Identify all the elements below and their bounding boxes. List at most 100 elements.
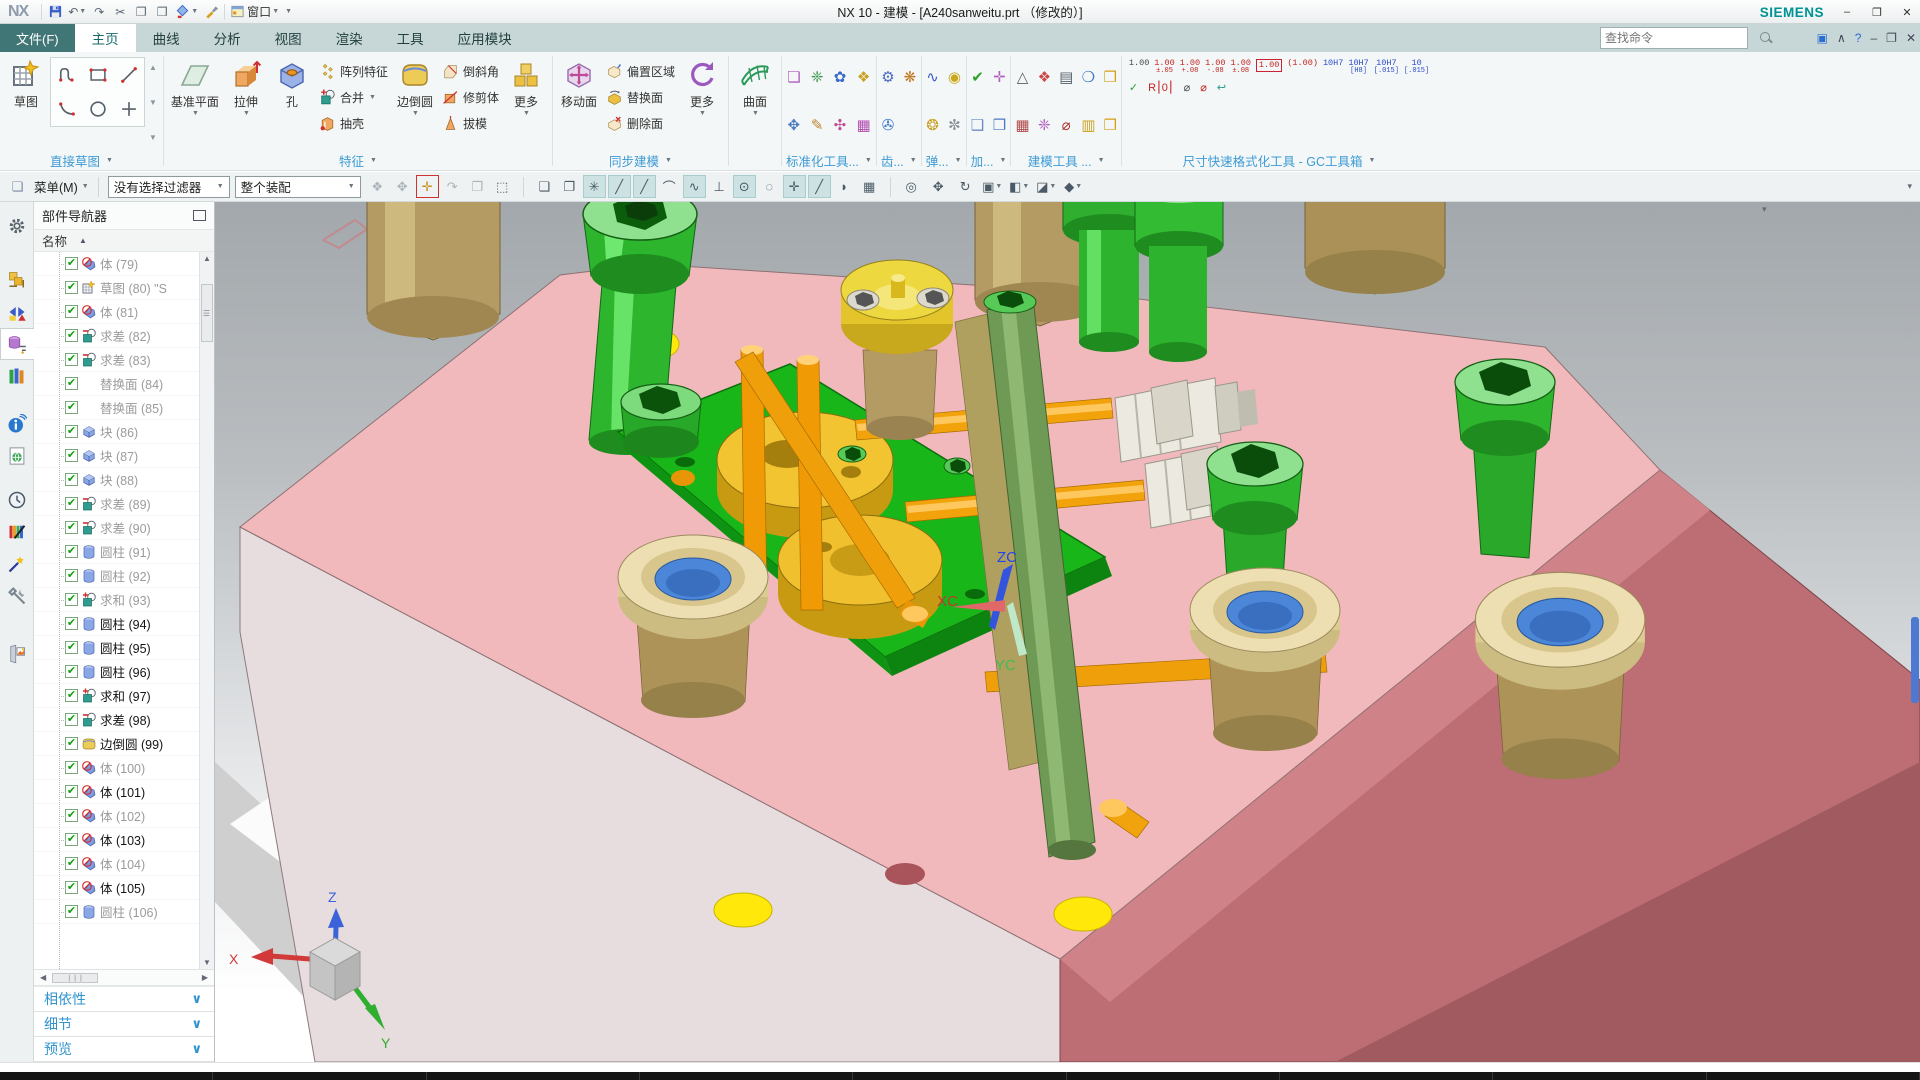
app-restore-button[interactable]: ❐ [1870, 6, 1884, 19]
ribbon-overflow-caret[interactable]: ▾ [1762, 204, 1767, 215]
circle-tool[interactable] [82, 92, 113, 126]
history-icon[interactable] [2, 484, 32, 516]
tree-row[interactable]: ✔体 (102) [34, 804, 199, 828]
checkbox-icon[interactable]: ✔ [65, 641, 78, 654]
tree-row[interactable]: ✔圆柱 (91) [34, 540, 199, 564]
tree-row[interactable]: ✔边倒圆 (99) [34, 732, 199, 756]
sync-more-button[interactable]: 更多▼ [679, 55, 725, 150]
app-minimize-button[interactable]: – [1840, 6, 1854, 18]
tree-row[interactable]: ✔体 (100) [34, 756, 199, 780]
snap-toggle-icon[interactable]: ✛ [416, 175, 439, 198]
part-navigator-icon[interactable] [0, 328, 34, 360]
scroll-thumb[interactable]: ❘❘❘ [52, 973, 98, 983]
checkbox-icon[interactable]: ✔ [65, 905, 78, 918]
tolerance-style-3[interactable]: 1.00-.08 [1205, 59, 1225, 75]
column-header[interactable]: 名称▲ [34, 229, 214, 252]
tab-file[interactable]: 文件(F) [0, 24, 75, 52]
snap-curve[interactable]: ⌒ [658, 175, 681, 198]
spring-group-icon-1[interactable]: ❂ [926, 118, 939, 133]
checkbox-icon[interactable]: ✔ [65, 425, 78, 438]
rotate-view-icon[interactable]: ↻ [954, 175, 977, 198]
tree-row[interactable]: ✔求和 (93) [34, 588, 199, 612]
edge-blend-button[interactable]: 边倒圆▼ [392, 55, 438, 150]
unite-button[interactable]: 合并▼ [315, 84, 392, 110]
scroll-down-icon[interactable]: ▼ [200, 958, 214, 967]
tree-row[interactable]: ✔草图 (80) "S [34, 276, 199, 300]
tolerance-style-9[interactable]: 10H7[.015] [1374, 59, 1399, 75]
scroll-thumb[interactable]: ☰ [201, 284, 213, 342]
render-style-icon[interactable]: ◧▼ [1008, 175, 1031, 198]
dialog-launcher[interactable]: ▼ [1369, 157, 1376, 164]
standard-tools-group-icon-0[interactable]: ❏ [787, 70, 800, 85]
standard-tools-group-icon-4[interactable]: ✿ [834, 70, 847, 85]
snap-center[interactable]: ⊙ [733, 175, 756, 198]
app-close-button[interactable]: ✕ [1900, 6, 1914, 19]
tree-row[interactable]: ✔圆柱 (96) [34, 660, 199, 684]
dim-dia-slash-icon[interactable]: ⌀ [1200, 81, 1207, 94]
rectangle-tool[interactable] [82, 58, 113, 92]
feature-more-button[interactable]: 更多▼ [503, 55, 549, 150]
dialog-launcher[interactable]: ▼ [370, 157, 377, 164]
tree-row[interactable]: ✔块 (88) [34, 468, 199, 492]
gear-group-icon-1[interactable]: ✇ [882, 118, 895, 133]
spring-group-icon-3[interactable]: ✼ [948, 118, 961, 133]
dialog-launcher[interactable]: ▼ [999, 157, 1006, 164]
checkbox-icon[interactable]: ✔ [65, 473, 78, 486]
shell-button[interactable]: 抽壳 [315, 110, 392, 136]
doc-close-icon[interactable]: ✕ [1906, 31, 1916, 45]
panel-细节[interactable]: 细节∨ [34, 1012, 214, 1037]
tree-row[interactable]: ✔体 (103) [34, 828, 199, 852]
assembly-navigator-icon[interactable] [2, 264, 32, 296]
chamfer-button[interactable]: 倒斜角 [438, 58, 503, 84]
checkbox-icon[interactable]: ✔ [65, 809, 78, 822]
machining-group-icon-2[interactable]: ✛ [993, 70, 1006, 85]
point-tool[interactable] [113, 92, 144, 126]
checkbox-icon[interactable]: ✔ [65, 761, 78, 774]
tolerance-style-8[interactable]: 10H7[H8] [1348, 59, 1368, 75]
checkbox-icon[interactable]: ✔ [65, 377, 78, 390]
dialog-launcher[interactable]: ▼ [1098, 157, 1105, 164]
tab-曲线[interactable]: 曲线 [136, 24, 197, 52]
modeling-tools-group-icon-4[interactable]: ▤ [1059, 70, 1073, 85]
modeling-tools-group-icon-6[interactable]: ❍ [1082, 70, 1095, 85]
pan-icon[interactable]: ✥ [927, 175, 950, 198]
line-tool[interactable] [113, 58, 144, 92]
highlight-related-icon[interactable]: ❖ [366, 175, 389, 198]
tab-视图[interactable]: 视图 [258, 24, 319, 52]
snap-spline[interactable]: ∿ [683, 175, 706, 198]
checkbox-icon[interactable]: ✔ [65, 713, 78, 726]
tree-row[interactable]: ✔替换面 (84) [34, 372, 199, 396]
tolerance-style-5[interactable]: 1.00 [1256, 59, 1282, 72]
checkbox-icon[interactable]: ✔ [65, 881, 78, 894]
tree-row[interactable]: ✔求差 (82) [34, 324, 199, 348]
checkbox-icon[interactable]: ✔ [65, 665, 78, 678]
datum-plane-button[interactable]: 基准平面▼ [167, 55, 223, 150]
checkbox-icon[interactable]: ✔ [65, 329, 78, 342]
tab-主页[interactable]: 主页 [75, 24, 136, 52]
tree-row[interactable]: ✔块 (86) [34, 420, 199, 444]
checkbox-icon[interactable]: ✔ [65, 281, 78, 294]
tree-row[interactable]: ✔求差 (89) [34, 492, 199, 516]
trim-body-button[interactable]: 修剪体 [438, 84, 503, 110]
dialog-launcher[interactable]: ▼ [106, 157, 113, 164]
dim-dia-icon[interactable]: ⌀ [1184, 81, 1191, 94]
doc-minimize-icon[interactable]: – [1870, 31, 1877, 45]
checkbox-icon[interactable]: ✔ [65, 521, 78, 534]
tolerance-style-6[interactable]: (1.00) [1287, 59, 1318, 68]
spring-group-icon-0[interactable]: ∿ [926, 70, 939, 85]
doc-restore-icon[interactable]: ❐ [1886, 31, 1897, 45]
modeling-tools-group-icon-9[interactable]: ❒ [1103, 118, 1116, 133]
taskbar-segment[interactable] [1067, 1072, 1280, 1080]
extrude-button[interactable]: 拉伸▼ [223, 55, 269, 150]
snap-quadrant[interactable]: ◌ [758, 175, 781, 198]
panel-预览[interactable]: 预览∨ [34, 1037, 214, 1062]
checkbox-icon[interactable]: ✔ [65, 545, 78, 558]
panel-相依性[interactable]: 相依性∨ [34, 987, 214, 1012]
modeling-tools-group-icon-3[interactable]: ❈ [1038, 118, 1051, 133]
tolerance-style-4[interactable]: 1.00±.08 [1231, 59, 1251, 75]
taskbar-segment[interactable] [427, 1072, 640, 1080]
scroll-up-icon[interactable]: ▲ [200, 254, 214, 263]
snap-face[interactable]: ◗ [833, 175, 856, 198]
tab-应用模块[interactable]: 应用模块 [441, 24, 529, 52]
modeling-tools-group-icon-1[interactable]: ▦ [1015, 118, 1029, 133]
